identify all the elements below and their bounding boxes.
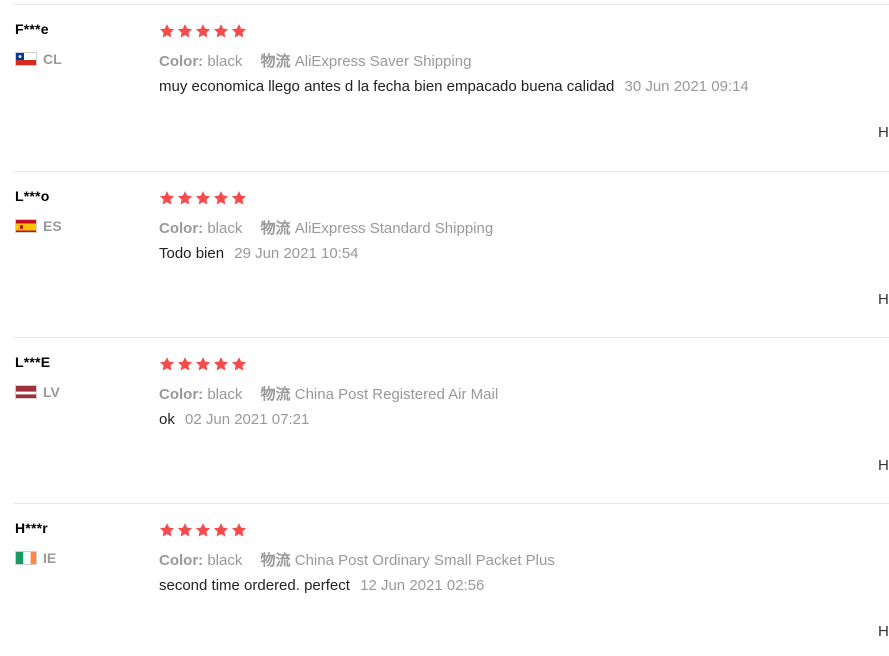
- country-code: ES: [43, 218, 62, 234]
- color-value: black: [207, 53, 243, 70]
- review-list: F***e CL Color: black 物流 AliExpress Save…: [0, 0, 889, 656]
- review-date: 29 Jun 2021 10:54: [234, 245, 359, 262]
- shipping-label: 物流: [260, 386, 291, 403]
- review-item: L***E LV Color: black 物流 China Post Regi…: [0, 337, 889, 503]
- star-icon: [231, 356, 247, 372]
- color-label: Color:: [159, 552, 204, 569]
- review-item: L***o ES Color: black 物流 AliExpress Stan…: [0, 171, 889, 337]
- color-value: black: [207, 386, 243, 403]
- reviewer-country: LV: [15, 384, 60, 400]
- reviewer-country: CL: [15, 51, 62, 67]
- reviewer-country: ES: [15, 218, 62, 234]
- shipping-value: AliExpress Standard Shipping: [294, 220, 494, 237]
- review-divider: [14, 337, 889, 338]
- review-text-row: ok 02 Jun 2021 07:21: [159, 411, 309, 428]
- star-icon: [159, 23, 175, 39]
- star-icon: [177, 23, 193, 39]
- review-date: 12 Jun 2021 02:56: [360, 577, 485, 594]
- review-item: H***r IE Color: black 物流 China Post Ordi…: [0, 503, 889, 656]
- star-icon: [213, 522, 229, 538]
- star-icon: [195, 356, 211, 372]
- color-value: black: [207, 220, 243, 237]
- shipping-label: 物流: [260, 53, 291, 70]
- star-icon: [195, 190, 211, 206]
- review-text: ok: [159, 411, 175, 428]
- reviewer-name: F***e: [15, 21, 49, 37]
- star-rating: [159, 356, 247, 372]
- chile-flag-icon: [15, 52, 37, 66]
- star-icon: [231, 522, 247, 538]
- star-icon: [177, 356, 193, 372]
- review-item: F***e CL Color: black 物流 AliExpress Save…: [0, 4, 889, 170]
- review-text: Todo bien: [159, 245, 225, 262]
- review-text-row: Todo bien 29 Jun 2021 10:54: [159, 245, 359, 262]
- review-text: second time ordered. perfect: [159, 577, 350, 594]
- star-rating: [159, 190, 247, 206]
- star-icon: [231, 190, 247, 206]
- country-code: IE: [43, 550, 57, 566]
- reviewer-country: IE: [15, 550, 56, 566]
- review-sku-info: Color: black 物流 AliExpress Saver Shippin…: [159, 50, 472, 71]
- shipping-label: 物流: [260, 552, 291, 569]
- star-icon: [159, 522, 175, 538]
- helpful-button[interactable]: H: [878, 457, 889, 474]
- shipping-value: China Post Registered Air Mail: [294, 386, 499, 403]
- review-divider: [14, 171, 889, 172]
- helpful-button[interactable]: H: [878, 623, 889, 640]
- review-sku-info: Color: black 物流 AliExpress Standard Ship…: [159, 217, 493, 238]
- helpful-button[interactable]: H: [878, 291, 889, 308]
- star-icon: [213, 356, 229, 372]
- helpful-button[interactable]: H: [878, 124, 889, 141]
- review-sku-info: Color: black 物流 China Post Registered Ai…: [159, 383, 498, 404]
- star-icon: [231, 23, 247, 39]
- review-text-row: muy economica llego antes d la fecha bie…: [159, 78, 749, 95]
- star-icon: [213, 23, 229, 39]
- review-divider: [14, 4, 889, 5]
- ireland-flag-icon: [15, 551, 37, 565]
- spain-flag-icon: [15, 219, 37, 233]
- shipping-value: AliExpress Saver Shipping: [294, 53, 472, 70]
- reviewer-name: L***o: [15, 188, 50, 204]
- star-icon: [195, 522, 211, 538]
- star-icon: [159, 190, 175, 206]
- star-icon: [159, 356, 175, 372]
- review-date: 30 Jun 2021 09:14: [624, 78, 749, 95]
- reviewer-name: H***r: [15, 520, 48, 536]
- review-divider: [14, 503, 889, 504]
- star-icon: [177, 190, 193, 206]
- country-code: LV: [43, 384, 60, 400]
- star-icon: [213, 190, 229, 206]
- color-label: Color:: [159, 53, 204, 70]
- color-label: Color:: [159, 220, 204, 237]
- review-text-row: second time ordered. perfect 12 Jun 2021…: [159, 577, 484, 594]
- country-code: CL: [43, 51, 62, 67]
- color-label: Color:: [159, 386, 204, 403]
- star-icon: [177, 522, 193, 538]
- shipping-value: China Post Ordinary Small Packet Plus: [294, 552, 555, 569]
- color-value: black: [207, 552, 243, 569]
- reviewer-name: L***E: [15, 354, 51, 370]
- review-text: muy economica llego antes d la fecha bie…: [159, 78, 615, 95]
- star-rating: [159, 23, 247, 39]
- star-rating: [159, 522, 247, 538]
- shipping-label: 物流: [260, 220, 291, 237]
- review-sku-info: Color: black 物流 China Post Ordinary Smal…: [159, 549, 555, 570]
- latvia-flag-icon: [15, 385, 37, 399]
- star-icon: [195, 23, 211, 39]
- review-date: 02 Jun 2021 07:21: [185, 411, 310, 428]
